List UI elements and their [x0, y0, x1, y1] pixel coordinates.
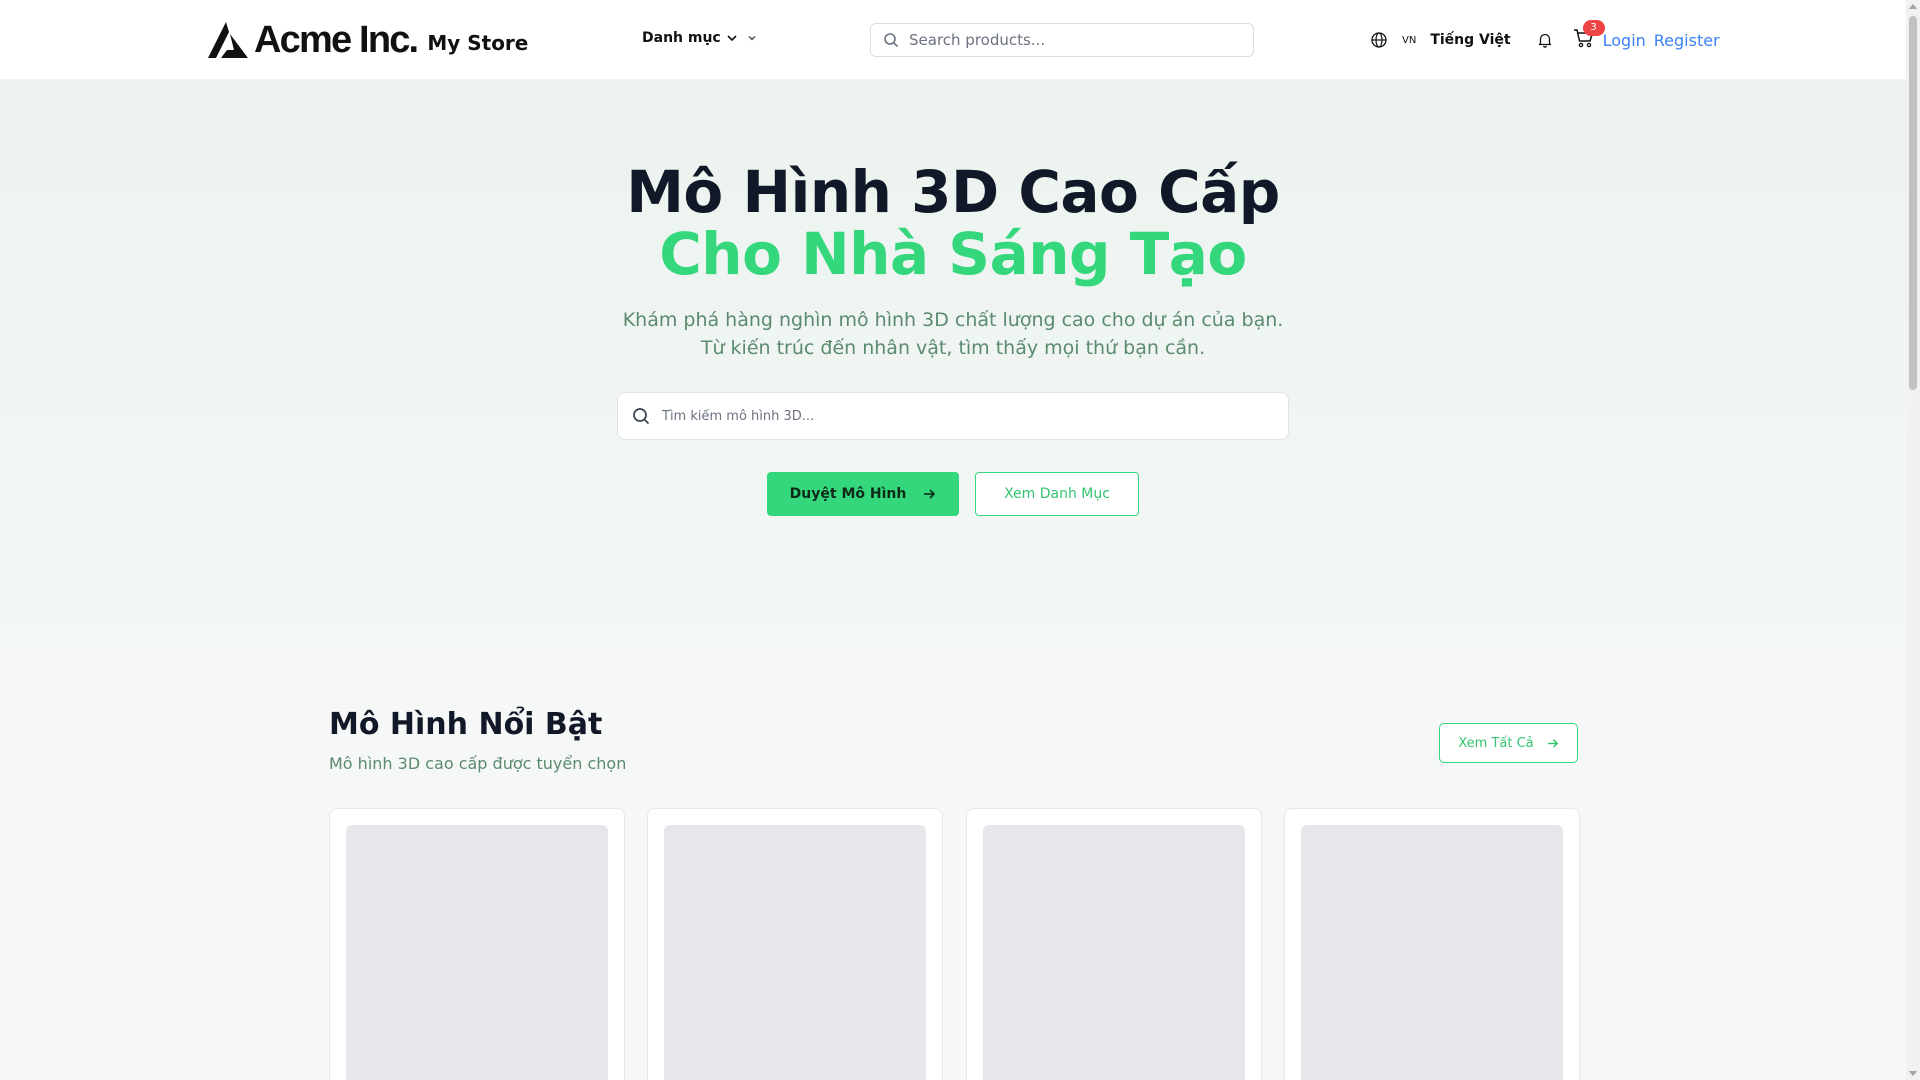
brand-logo-icon: [208, 22, 248, 58]
product-image-placeholder: [346, 825, 608, 1080]
featured-section: Mô Hình Nổi Bật Mô hình 3D cao cấp được …: [0, 644, 1906, 1080]
browse-models-label: Duyệt Mô Hình: [789, 486, 907, 502]
product-card[interactable]: [966, 808, 1262, 1080]
product-card[interactable]: [647, 808, 943, 1080]
product-card[interactable]: [1284, 808, 1580, 1080]
category-menu[interactable]: Danh mục: [642, 30, 757, 46]
product-image-placeholder: [983, 825, 1245, 1080]
view-all-label: Xem Tất Cả: [1458, 735, 1534, 751]
featured-subtitle: Mô hình 3D cao cấp được tuyển chọn: [329, 754, 627, 773]
hero-title-line2: Cho Nhà Sáng Tạo: [659, 220, 1247, 288]
hero-search-input[interactable]: [662, 408, 1262, 424]
category-menu-label: Danh mục: [642, 30, 721, 46]
page-scrollbar[interactable]: [1906, 0, 1920, 1080]
globe-icon[interactable]: [1370, 31, 1388, 49]
product-image-placeholder: [664, 825, 926, 1080]
bell-icon[interactable]: [1537, 32, 1553, 48]
header-search[interactable]: [870, 23, 1254, 57]
register-link[interactable]: Register: [1654, 31, 1720, 50]
view-categories-button[interactable]: Xem Danh Mục: [975, 472, 1139, 516]
cart-button[interactable]: 3: [1573, 20, 1605, 52]
view-all-button[interactable]: Xem Tất Cả: [1439, 723, 1578, 763]
hero-search[interactable]: [617, 392, 1289, 440]
search-icon: [633, 408, 650, 425]
scroll-up-arrow[interactable]: [1909, 4, 1917, 9]
chevron-down-icon: [727, 35, 737, 42]
chevron-down-icon: [748, 36, 756, 41]
language-code[interactable]: VN: [1402, 35, 1416, 46]
brand[interactable]: Acme Inc. My Store: [208, 18, 528, 62]
cart-count-badge: 3: [1582, 20, 1605, 36]
hero-title-line1: Mô Hình 3D Cao Cấp: [626, 158, 1280, 226]
header-search-input[interactable]: [909, 31, 1229, 49]
hero-section: Mô Hình 3D Cao Cấp Cho Nhà Sáng Tạo Khám…: [0, 80, 1906, 644]
store-name: My Store: [427, 31, 529, 55]
browse-models-button[interactable]: Duyệt Mô Hình: [767, 472, 959, 516]
site-header: Acme Inc. My Store Danh mục VN Tiếng Việ…: [0, 0, 1906, 80]
login-link[interactable]: Login: [1603, 31, 1646, 50]
language-name[interactable]: Tiếng Việt: [1430, 32, 1510, 48]
header-actions: VN Tiếng Việt 3 Login Register: [1370, 20, 1720, 56]
featured-title: Mô Hình Nổi Bật: [329, 707, 603, 742]
arrow-right-icon: [924, 489, 936, 499]
arrow-right-icon: [1547, 738, 1558, 748]
scroll-thumb[interactable]: [1909, 16, 1917, 390]
hero-subtitle: Khám phá hàng nghìn mô hình 3D chất lượn…: [622, 309, 1284, 359]
brand-name: Acme Inc.: [254, 18, 419, 61]
product-image-placeholder: [1301, 825, 1563, 1080]
search-icon: [884, 33, 899, 48]
scroll-down-arrow[interactable]: [1909, 1071, 1917, 1076]
product-card[interactable]: [329, 808, 625, 1080]
